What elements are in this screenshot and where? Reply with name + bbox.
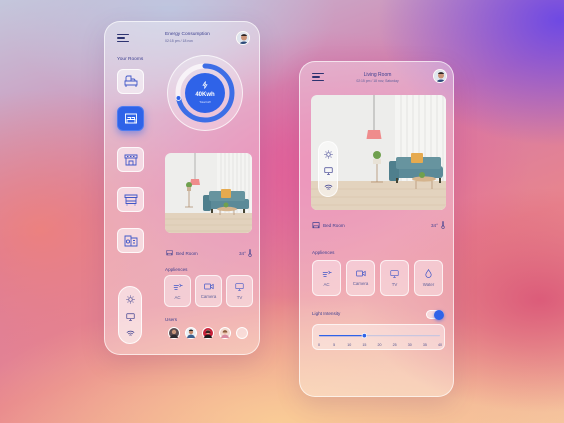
tv-icon [235, 282, 244, 291]
appliance-label: AC [174, 294, 181, 300]
page-title: Living Room [363, 72, 392, 78]
slider-tick-label: 15 [362, 343, 366, 347]
slider-tick-label: 30 [408, 343, 412, 347]
appliances-title: Appliences [312, 250, 335, 255]
menu-icon[interactable] [117, 34, 129, 42]
ac-icon [322, 270, 331, 277]
appliance-label: Camera [200, 294, 217, 299]
room-laundry-button[interactable] [117, 228, 144, 253]
light-intensity-title: Light Intensity [312, 311, 341, 316]
slider-tick-label: 25 [393, 343, 397, 347]
left-phone-screen: Your Rooms Energy Consumption 02:15 pm /… [104, 21, 260, 355]
water-drop-icon [425, 269, 432, 278]
room-bath-button[interactable] [117, 187, 144, 212]
slider-tick-label: 0 [318, 343, 320, 347]
room-living-button[interactable] [117, 69, 144, 94]
camera-icon [355, 270, 366, 277]
light-slider-panel: 0 5 10 15 20 25 30 35 40 [312, 324, 445, 350]
slider-tick-label: 5 [333, 343, 335, 347]
appliance-ac-button[interactable]: AC [312, 260, 341, 296]
bedroom-photo [165, 153, 252, 233]
appliance-label: TV [391, 281, 398, 287]
energy-gauge: 40Kwh Total kW [167, 55, 243, 131]
wifi-icon[interactable] [324, 184, 333, 191]
ac-icon [173, 283, 182, 290]
quick-controls-pill [118, 286, 142, 344]
sun-icon[interactable] [324, 150, 333, 159]
light-slider[interactable]: 0 5 10 15 20 25 30 35 40 [313, 325, 446, 351]
slider-fill [319, 335, 365, 337]
room-temperature: 34° [239, 251, 246, 256]
page-subtitle: 02:15 pm / 18 nov, Saturday [356, 79, 399, 83]
laundry-icon [124, 235, 137, 246]
slider-tick-label: 20 [378, 343, 382, 347]
appliance-tv-button[interactable]: TV [380, 260, 409, 296]
user-avatar[interactable] [219, 327, 231, 339]
thermometer-icon [441, 221, 445, 229]
energy-subtitle: 02:15 pm / 18 nov [165, 39, 194, 43]
appliance-camera-button[interactable]: Camera [195, 275, 222, 307]
rooms-title: Your Rooms [117, 57, 144, 62]
monitor-icon[interactable] [324, 167, 333, 175]
room-bedroom-button[interactable] [117, 106, 144, 131]
avatar[interactable] [433, 69, 447, 83]
appliance-camera-button[interactable]: Camera [346, 260, 375, 296]
user-avatar[interactable] [185, 327, 197, 339]
slider-tick-label: 40 [438, 343, 442, 347]
thermometer-icon [248, 249, 252, 257]
users-title: Users [165, 317, 177, 322]
appliance-label: AC [323, 281, 330, 287]
bed-icon [312, 222, 320, 229]
user-avatar[interactable] [202, 327, 214, 339]
appliance-water-button[interactable]: Water [414, 260, 443, 296]
room-name: Bed Room [176, 251, 198, 256]
appliance-tv-button[interactable]: TV [226, 275, 253, 307]
energy-caption: Total kW [199, 100, 211, 104]
slider-tick-label: 10 [347, 343, 351, 347]
kitchen-icon [124, 154, 137, 165]
quick-controls-pill [318, 141, 338, 197]
slider-knob [361, 332, 368, 339]
room-kitchen-button[interactable] [117, 147, 144, 172]
room-temperature: 34° [431, 223, 438, 228]
energy-title: Energy Consumption [165, 32, 210, 37]
tv-icon [390, 269, 399, 278]
sun-icon[interactable] [126, 295, 135, 304]
appliances-title: Appliences [165, 267, 188, 272]
camera-icon [203, 283, 214, 290]
right-phone-screen: Living Room 02:15 pm / 18 nov, Saturday [299, 61, 454, 397]
user-avatar[interactable] [168, 327, 180, 339]
monitor-icon[interactable] [126, 313, 135, 321]
couch-icon [124, 75, 137, 87]
add-user-button[interactable] [236, 327, 248, 339]
appliance-ac-button[interactable]: AC [164, 275, 191, 307]
slider-tick-label: 35 [423, 343, 427, 347]
wifi-icon[interactable] [126, 330, 135, 337]
appliance-label: Camera [352, 281, 369, 286]
appliance-label: Water [422, 282, 435, 287]
bath-icon [124, 194, 137, 205]
toggle-knob [434, 309, 444, 320]
bed-icon [166, 250, 173, 256]
bolt-icon [202, 81, 208, 89]
avatar[interactable] [236, 31, 250, 45]
energy-value: 40Kwh [195, 92, 215, 98]
appliance-label: TV [236, 294, 243, 300]
bed-icon [124, 113, 137, 123]
light-toggle[interactable] [426, 309, 444, 320]
room-name: Bed Room [323, 223, 345, 228]
